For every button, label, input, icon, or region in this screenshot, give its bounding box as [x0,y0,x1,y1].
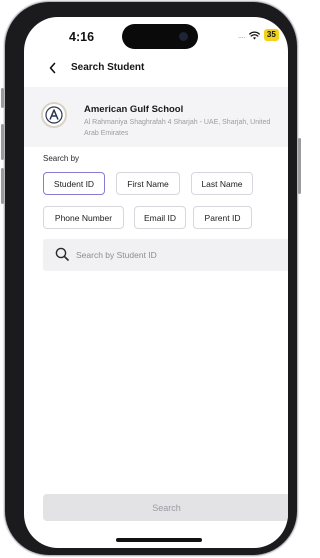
school-address: Al Rahmaniya Shaghrafah 4 Sharjah - UAE,… [84,119,271,137]
dynamic-island [122,24,198,49]
school-logo-icon [45,106,63,124]
status-bar: 4:16 .... 35 [24,17,288,53]
school-name: American Gulf School [84,104,184,115]
phone-volume-down-button [1,168,4,204]
app-screen: 4:16 .... 35 Search Student American Gul… [24,17,288,548]
phone-power-button [298,138,301,194]
chevron-left-icon [49,62,56,74]
battery-icon: 35 [263,29,279,41]
phone-volume-up-button [1,124,4,160]
phone-side-button [1,88,4,108]
search-input[interactable] [76,239,276,271]
search-field[interactable] [43,239,288,271]
phone-frame: 4:16 .... 35 Search Student American Gul… [1,2,301,555]
search-by-label: Search by [43,154,80,163]
chip-email-id[interactable]: Email ID [134,206,186,229]
signal-icon: .... [238,30,245,40]
chip-student-id[interactable]: Student ID [43,172,105,195]
back-button[interactable] [45,60,61,76]
wifi-icon [248,31,260,39]
page-title: Search Student [71,62,145,73]
camera-icon [179,32,188,41]
status-icons: .... 35 [238,29,279,41]
chip-first-name[interactable]: First Name [116,172,180,195]
nav-header: Search Student [24,57,288,83]
chip-phone-number[interactable]: Phone Number [43,206,124,229]
school-card: American Gulf School Al Rahmaniya Shaghr… [24,87,288,147]
home-indicator [116,538,202,542]
chip-parent-id[interactable]: Parent ID [193,206,252,229]
search-icon [55,247,69,261]
search-button[interactable]: Search [43,494,288,521]
school-logo [41,102,67,128]
status-time: 4:16 [69,30,95,44]
chip-last-name[interactable]: Last Name [191,172,253,195]
